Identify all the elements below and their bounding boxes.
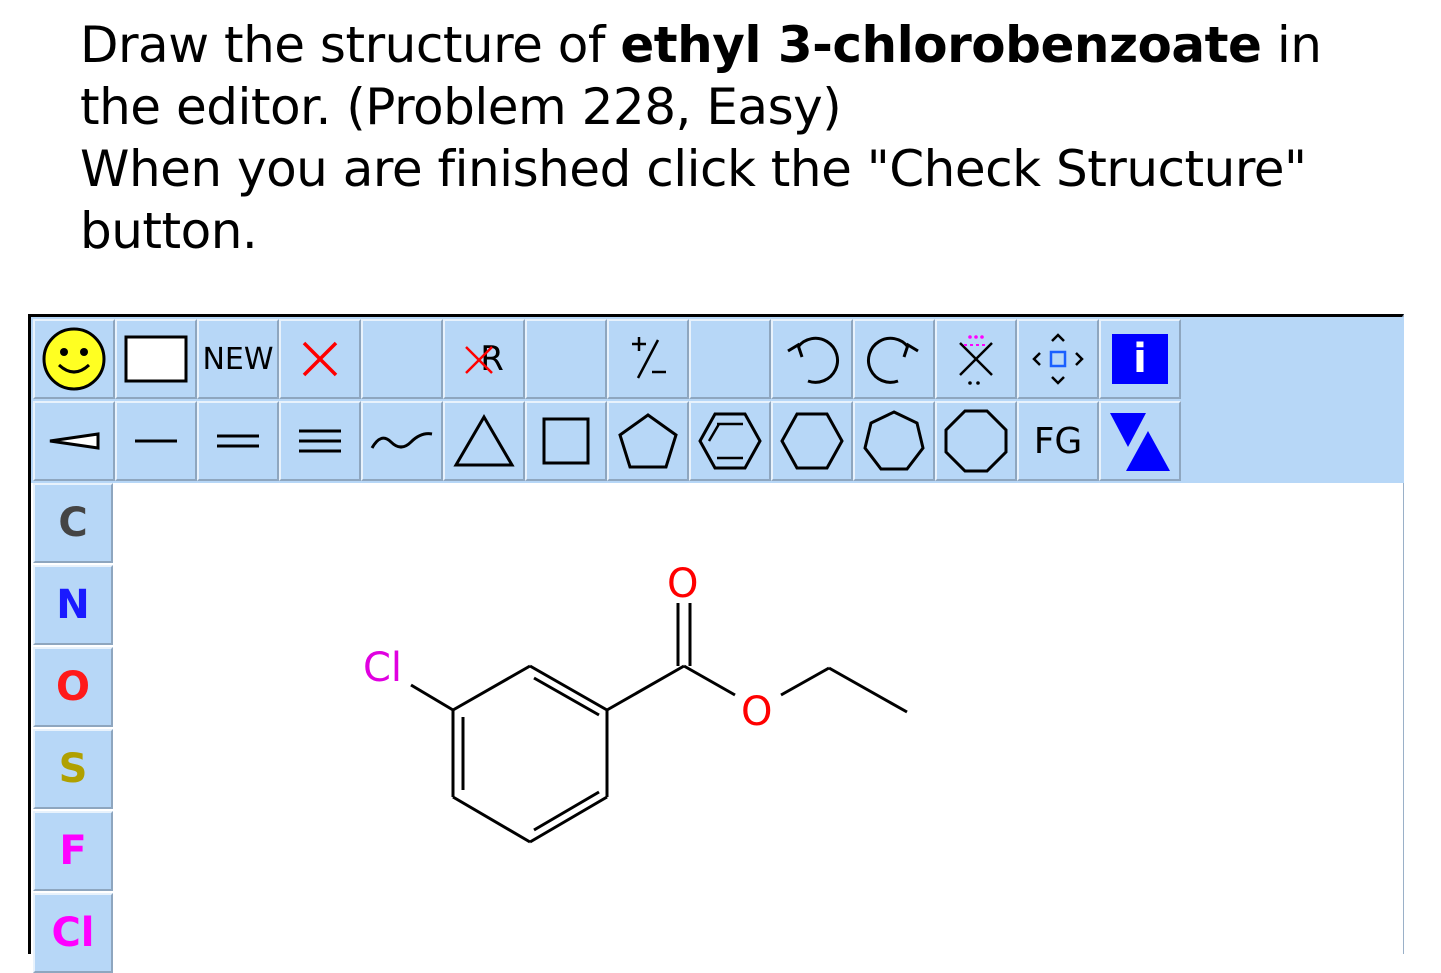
triple-bond-button[interactable]	[279, 401, 361, 481]
structure-editor: NEW R i FG C N O S F Cl Cl O O	[28, 314, 1404, 973]
ethyl-bond	[828, 666, 908, 714]
clear-charges-button[interactable]	[935, 319, 1017, 399]
molecule-drawing: Cl O O	[363, 561, 908, 844]
charge-icon	[632, 337, 666, 379]
select-rectangle-button[interactable]	[115, 319, 197, 399]
triangle-ring-icon	[453, 414, 515, 467]
move-arrows-icon	[1032, 333, 1084, 385]
octagon-ring-icon	[944, 409, 1008, 473]
atom-button-cl[interactable]: Cl	[33, 893, 113, 973]
charge-button[interactable]	[607, 319, 689, 399]
fg-label: FG	[1033, 420, 1083, 462]
hexagon-ring-icon	[780, 412, 844, 470]
ring-inner-bond	[533, 676, 600, 717]
instruction-text: Draw the structure of	[80, 16, 621, 74]
atom-label: C	[58, 500, 88, 546]
carbonyl-oxygen-label: O	[667, 561, 698, 607]
chlorine-bond	[410, 683, 454, 712]
ring-bond	[452, 795, 531, 844]
problem-instructions: Draw the structure of ethyl 3-chlorobenz…	[80, 14, 1400, 262]
info-button[interactable]: i	[1099, 319, 1181, 399]
chain-icon	[370, 432, 433, 449]
atom-label: F	[59, 828, 87, 874]
atom-button-o[interactable]: O	[33, 647, 113, 727]
benzene-ring-icon	[698, 412, 762, 470]
functional-group-button[interactable]: FG	[1017, 401, 1099, 481]
empty-tool-button[interactable]	[361, 319, 443, 399]
instruction-line-2: the editor. (Problem 228, Easy)	[80, 78, 842, 136]
drawing-canvas[interactable]: Cl O O	[115, 483, 1403, 963]
redo-button[interactable]	[853, 319, 935, 399]
ester-oxygen-label: O	[741, 689, 772, 735]
ring-7-button[interactable]	[853, 401, 935, 481]
info-icon: i	[1112, 334, 1168, 384]
atom-button-f[interactable]: F	[33, 811, 113, 891]
rgroup-x-icon	[465, 346, 494, 374]
instruction-line-3: When you are finished click the "Check S…	[80, 140, 1307, 198]
atom-button-c[interactable]: C	[33, 483, 113, 563]
move-button[interactable]	[1017, 319, 1099, 399]
double-bond-button[interactable]	[197, 401, 279, 481]
redo-icon	[866, 336, 919, 384]
undo-icon	[787, 336, 840, 384]
new-button[interactable]: NEW	[197, 319, 279, 399]
atom-label: Cl	[51, 910, 95, 956]
ethyl-o-bond	[780, 666, 830, 697]
ring-bond	[452, 664, 531, 712]
new-label: NEW	[202, 341, 274, 377]
template-triangles-icon	[1110, 413, 1170, 471]
smiley-icon	[42, 327, 106, 391]
double-bond-icon	[217, 434, 259, 448]
ring-5-button[interactable]	[607, 401, 689, 481]
ester-bond	[683, 664, 736, 697]
heptagon-ring-icon	[863, 410, 925, 471]
delete-button[interactable]	[279, 319, 361, 399]
chain-button[interactable]	[361, 401, 443, 481]
ring-3-button[interactable]	[443, 401, 525, 481]
rgroup-label: R	[464, 339, 504, 379]
wedge-bond-button[interactable]	[33, 401, 115, 481]
ring-bond	[529, 795, 608, 844]
chlorine-atom-label: Cl	[363, 645, 402, 691]
undo-button[interactable]	[771, 319, 853, 399]
triple-bond-icon	[299, 429, 341, 453]
rgroup-button[interactable]: R	[443, 319, 525, 399]
clear-lone-pairs-icon	[959, 335, 993, 385]
rectangle-select-icon	[124, 335, 188, 383]
empty-tool-button-3[interactable]	[689, 319, 771, 399]
empty-tool-button-2[interactable]	[525, 319, 607, 399]
ring-inner-bond	[533, 790, 600, 832]
ring-4-button[interactable]	[525, 401, 607, 481]
molecule-bonds	[410, 603, 908, 844]
delete-x-icon	[302, 341, 338, 377]
atom-button-n[interactable]: N	[33, 565, 113, 645]
atom-label: O	[55, 664, 90, 710]
atom-button-s[interactable]: S	[33, 729, 113, 809]
template-button[interactable]	[1099, 401, 1181, 481]
single-bond-icon	[135, 439, 177, 443]
atom-label: S	[58, 746, 88, 792]
atom-label: N	[56, 582, 90, 628]
ring-8-button[interactable]	[935, 401, 1017, 481]
wedge-bond-icon	[49, 432, 100, 450]
single-bond-button[interactable]	[115, 401, 197, 481]
benzene-button[interactable]	[689, 401, 771, 481]
aryl-carbonyl-bond	[606, 664, 685, 712]
instruction-line-1: Draw the structure of ethyl 3-chlorobenz…	[80, 14, 1400, 76]
ring-6-button[interactable]	[771, 401, 853, 481]
square-ring-icon	[542, 417, 590, 465]
pentagon-ring-icon	[618, 413, 678, 469]
instruction-text: in	[1261, 16, 1322, 74]
compound-name: ethyl 3-chlorobenzoate	[620, 16, 1262, 74]
ring-bond	[529, 664, 608, 712]
smiley-button[interactable]	[33, 319, 115, 399]
instruction-line-4: button.	[80, 202, 258, 260]
